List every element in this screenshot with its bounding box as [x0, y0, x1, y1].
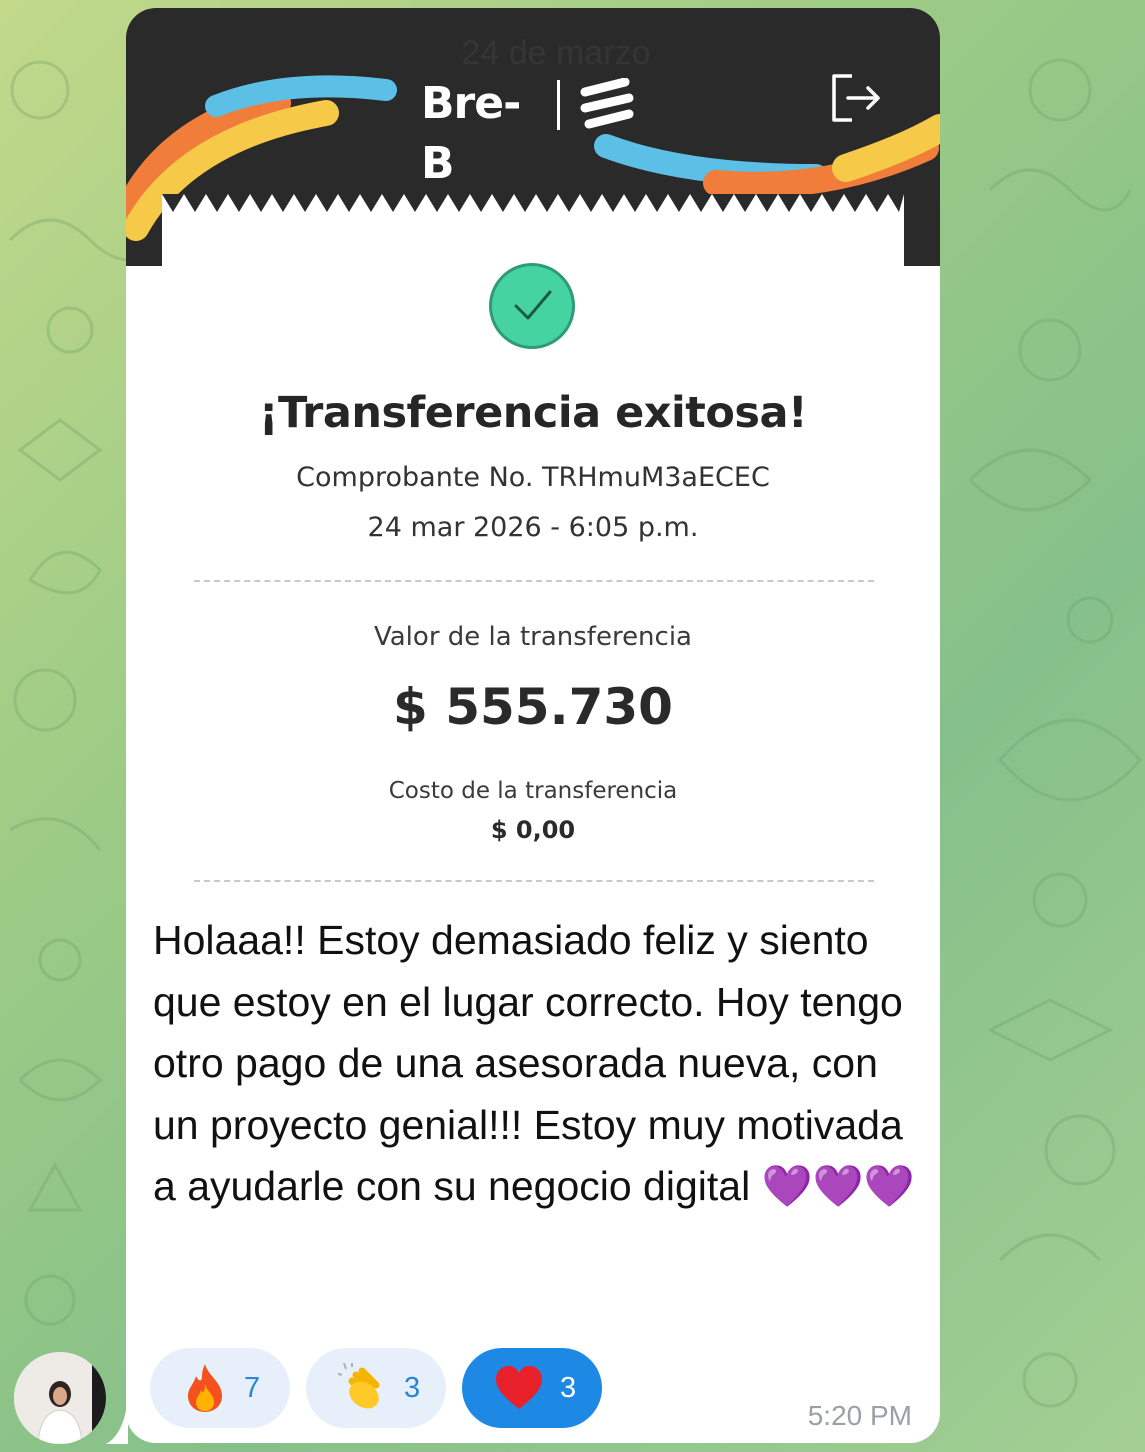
divider-dashed [194, 880, 874, 882]
message-bubble[interactable]: 24 de marzo Bre-B ¡Transferencia exitosa… [126, 8, 940, 1443]
transfer-cost-amount: $ 0,00 [490, 816, 576, 844]
reaction-count: 7 [244, 1371, 261, 1404]
receipt-zigzag-edge [162, 194, 904, 212]
brand-name: Bre-B [421, 78, 521, 189]
reaction-count: 3 [560, 1371, 577, 1404]
avatar-photo-icon [14, 1352, 106, 1444]
date-overlay: 24 de marzo [461, 34, 651, 72]
transfer-value-amount: $ 555.730 [393, 678, 673, 736]
reaction-fire[interactable]: 7 [150, 1348, 290, 1428]
message-timestamp: 5:20 PM [807, 1400, 912, 1431]
logo-divider [557, 80, 560, 130]
exit-icon[interactable] [826, 68, 886, 128]
sender-avatar[interactable] [14, 1352, 106, 1444]
red-heart-emoji-icon [496, 1366, 542, 1409]
transfer-value-label: Valor de la transferencia [373, 622, 692, 652]
reaction-heart[interactable]: 3 [462, 1348, 602, 1428]
reaction-count: 3 [404, 1371, 421, 1404]
receipt-datetime: 24 mar 2026 - 6:05 p.m. [367, 512, 699, 543]
divider-dashed [194, 580, 874, 582]
reaction-clap[interactable]: 3 [306, 1348, 446, 1428]
receipt-number: Comprobante No. TRHmuM3aECEC [296, 462, 770, 493]
success-check-icon [489, 263, 575, 349]
bank-logo-icon [580, 78, 634, 129]
fire-emoji-icon [188, 1364, 222, 1412]
message-text: Holaaa!! Estoy demasiado feliz y siento … [153, 917, 915, 1209]
transfer-cost-label: Costo de la transferencia [388, 778, 678, 804]
clapping-hands-emoji-icon [338, 1363, 380, 1409]
receipt-title: ¡Transferencia exitosa! [258, 388, 808, 438]
bubble-tail [106, 1398, 128, 1444]
